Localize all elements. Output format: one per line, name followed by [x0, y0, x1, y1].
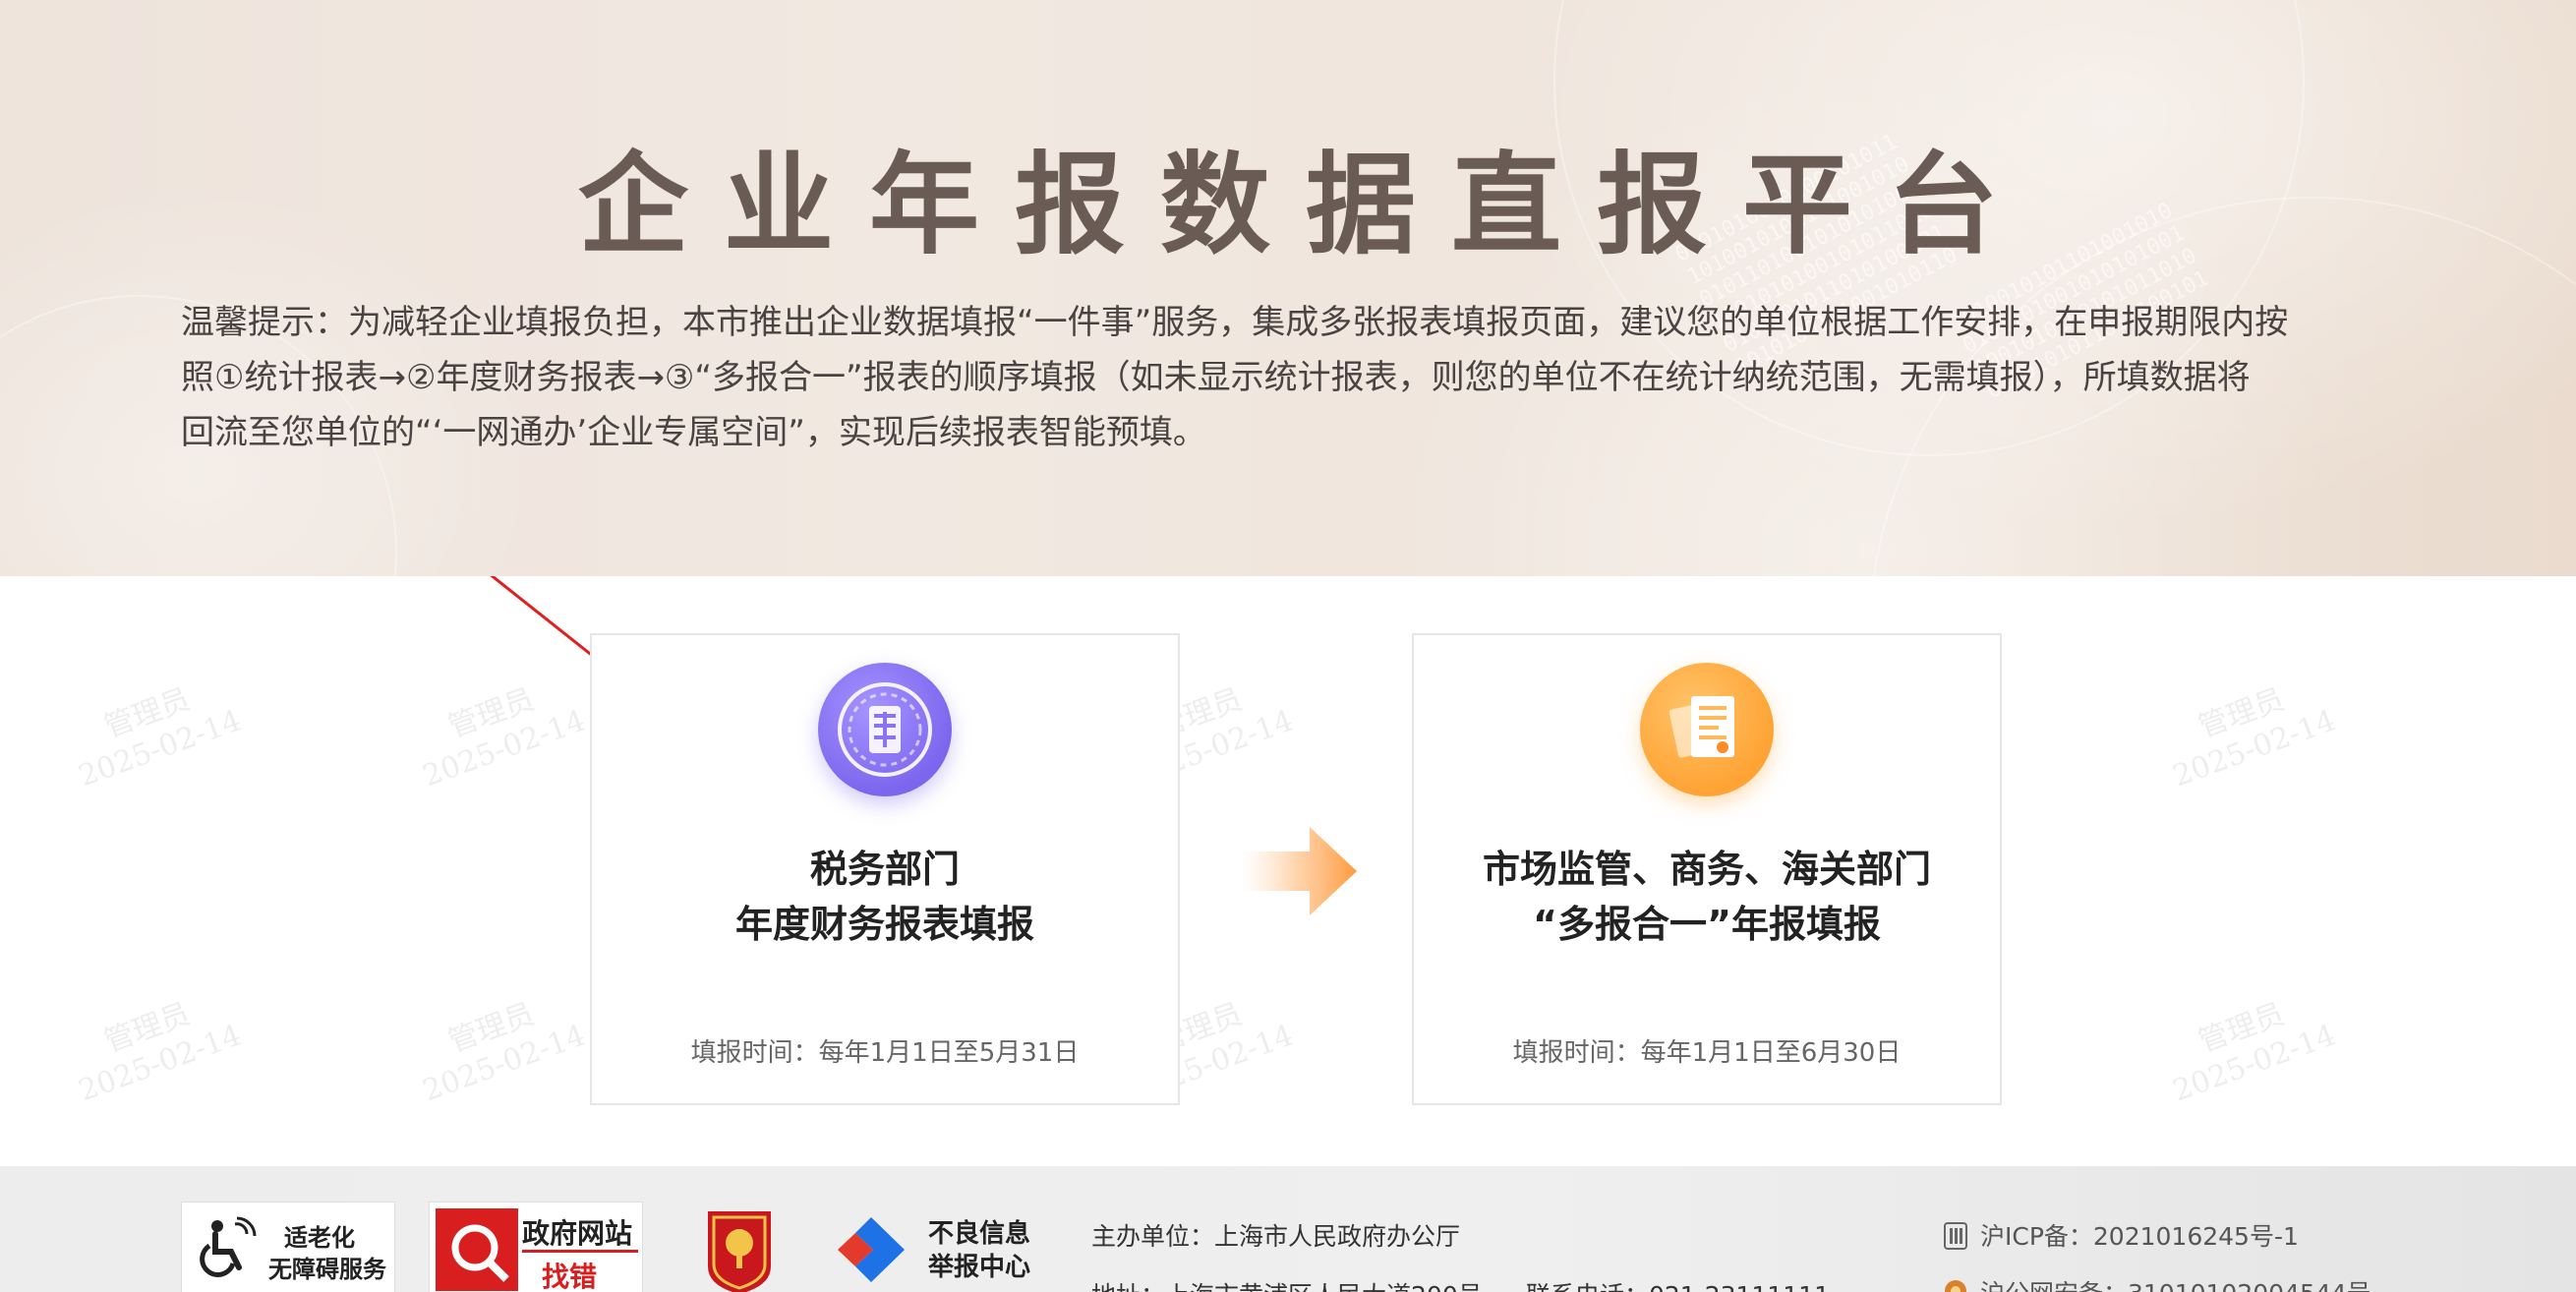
card-title-line: 税务部门	[809, 848, 960, 891]
page-title: 企业年报数据直报平台	[578, 142, 2033, 269]
party-emblem-icon[interactable]	[704, 1207, 775, 1292]
gov-site-error-report-link[interactable]: 政府网站 找错	[429, 1202, 643, 1292]
tax-report-card[interactable]: 税务部门 年度财务报表填报 填报时间：每年1月1日至5月31日	[590, 633, 1180, 1105]
hero-banner: 0101010010100101011 1010010101101001010 …	[0, 0, 2576, 576]
document-report-icon	[1640, 663, 1774, 796]
market-report-card[interactable]: 市场监管、商务、海关部门 “多报合一”年报填报 填报时间：每年1月1日至6月30…	[1412, 633, 2002, 1105]
icp-link[interactable]: 沪ICP备：2021016245号-1	[1980, 1217, 2299, 1253]
card-title-line: 年度财务报表填报	[734, 903, 1034, 946]
card-title: 税务部门 年度财务报表填报	[592, 842, 1178, 952]
card-title-line: 市场监管、商务、海关部门	[1482, 848, 1931, 891]
tip-line: 照①统计报表→②年度财务报表→③“多报合一”报表的顺序填报（如未显示统计报表，则…	[181, 358, 2251, 397]
flow-arrow-icon	[1241, 827, 1357, 915]
accessibility-label: 无障碍服务	[268, 1256, 386, 1283]
card-title: 市场监管、商务、海关部门 “多报合一”年报填报	[1414, 842, 2000, 952]
address-text: 地址：上海市黄浦区人民大道200号	[1091, 1276, 1483, 1292]
magnifier-icon	[436, 1208, 518, 1291]
tip-text: 温馨提示：为减轻企业填报负担，本市推出企业数据填报“一件事”服务，集成多张报表填…	[181, 295, 2423, 460]
report-center-label: 不良信息	[928, 1219, 1031, 1249]
police-badge-icon	[1945, 1280, 1966, 1292]
card-fill-time: 填报时间：每年1月1日至5月31日	[690, 1038, 1080, 1068]
watermark: 管理员2025-02-14	[74, 681, 247, 794]
main-content: 管理员 2025-02-14 管理员 2025-02-14 管理员 2025-02-1…	[0, 576, 2576, 1166]
watermark: 管理员2025-02-14	[2168, 681, 2341, 794]
bad-info-report-link[interactable]: 不良信息 举报中心	[836, 1207, 1032, 1292]
accessibility-label: 适老化	[284, 1224, 355, 1252]
report-center-label: 举报中心	[928, 1253, 1031, 1282]
tax-emblem-icon	[818, 663, 952, 796]
watermark: 管理员2025-02-14	[74, 996, 247, 1109]
card-fill-time: 填报时间：每年1月1日至6月30日	[1512, 1038, 1902, 1068]
accessibility-service-link[interactable]: 适老化 无障碍服务	[181, 1202, 395, 1292]
watermark: 管理员2025-02-14	[2168, 996, 2341, 1109]
gov-site-label: 政府网站	[522, 1217, 633, 1250]
wheelchair-icon	[200, 1216, 257, 1277]
card-title-line: “多报合一”年报填报	[1533, 903, 1881, 946]
gov-site-label: 找错	[542, 1261, 598, 1292]
watermark: 管理员2025-02-14	[418, 996, 591, 1109]
report-center-logo-icon	[838, 1217, 905, 1282]
tip-line: 温馨提示：为减轻企业填报负担，本市推出企业数据填报“一件事”服务，集成多张报表填…	[181, 303, 2289, 342]
sponsor-text: 主办单位：上海市人民政府办公厅	[1091, 1222, 1461, 1251]
icp-badge-icon	[1944, 1222, 1967, 1250]
phone-text: 联系电话：021-23111111	[1526, 1276, 1830, 1292]
tip-line: 回流至您单位的“‘一网通办’企业专属空间”，实现后续报表智能预填。	[181, 413, 1206, 452]
police-record-link[interactable]: 沪公网安备：31010102004544号	[1980, 1274, 2371, 1292]
footer: 适老化 无障碍服务 政府网站 找错 不良信息 举报中心 主办单位：上海市人民政府…	[0, 1166, 2576, 1292]
